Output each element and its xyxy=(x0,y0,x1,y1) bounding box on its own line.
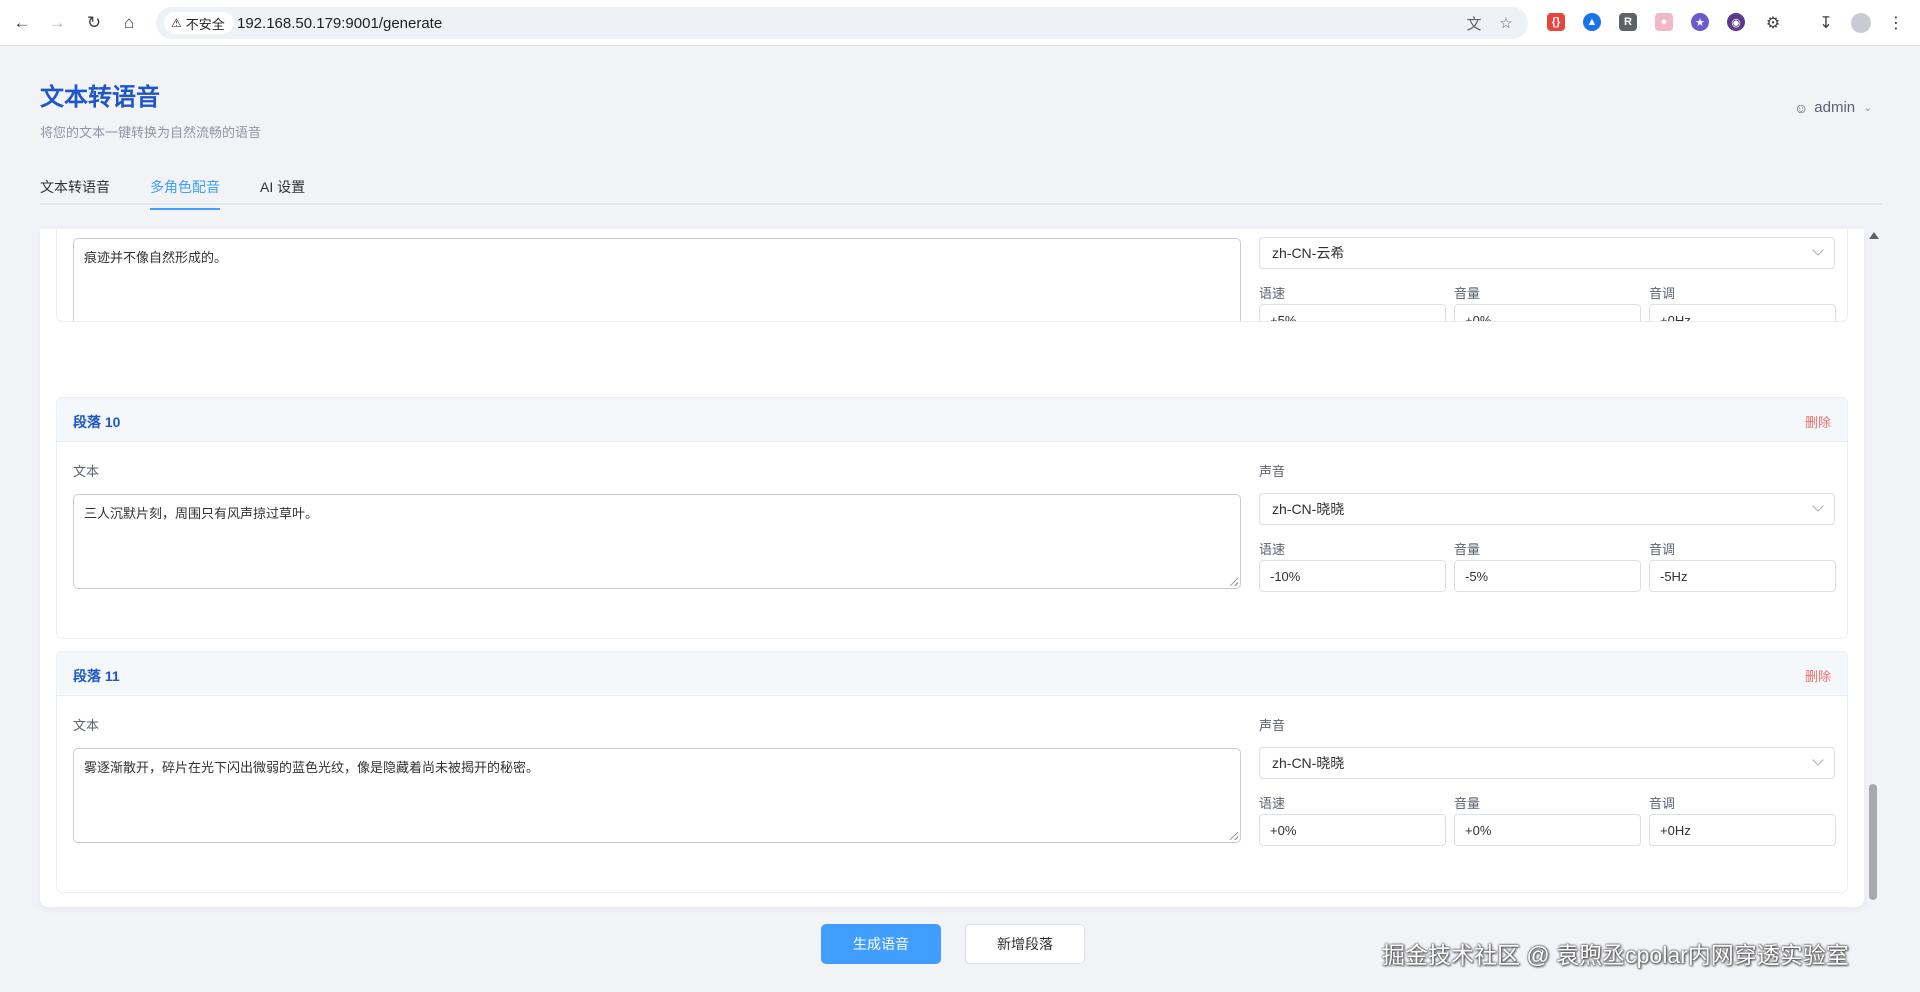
extension-icon-2[interactable]: ▲ xyxy=(1583,13,1601,31)
rate-input[interactable]: +5% xyxy=(1259,304,1446,321)
scroll-up-arrow-icon[interactable] xyxy=(1869,232,1879,239)
watermark: 掘金技术社区 @ 袁煦丞cpolar内网穿透实验室 xyxy=(1382,942,1849,968)
rate-label: 语速 xyxy=(1259,796,1286,811)
tab-ai-settings[interactable]: AI 设置 xyxy=(260,177,305,208)
generate-speech-button[interactable]: 生成语音 xyxy=(821,924,941,964)
paragraph-text-input[interactable]: 雾逐渐散开，碎片在光下闪出微弱的蓝色光纹，像是隐藏着尚未被揭开的秘密。 xyxy=(73,748,1241,843)
menu-dots-icon[interactable]: ⋮ xyxy=(1885,12,1907,34)
text-label: 文本 xyxy=(73,718,100,733)
paragraph-text-input[interactable]: 痕迹并不像自然形成的。 xyxy=(73,238,1241,321)
profile-avatar[interactable] xyxy=(1851,13,1871,33)
pitch-label: 音调 xyxy=(1649,796,1676,811)
extension-icon-4[interactable]: ● xyxy=(1655,13,1673,31)
home-icon[interactable]: ⌂ xyxy=(115,9,143,37)
pitch-label: 音调 xyxy=(1649,286,1676,301)
paragraph-title: 段落 11 xyxy=(73,668,120,684)
pitch-input[interactable]: +0Hz xyxy=(1649,814,1836,846)
voice-label: 声音 xyxy=(1259,718,1286,733)
tab-bar: 文本转语音 多角色配音 AI 设置 xyxy=(40,165,1882,210)
voice-select[interactable]: zh-CN-云希 xyxy=(1259,237,1835,269)
voice-select-value: zh-CN-晓晓 xyxy=(1272,501,1345,517)
address-bar[interactable]: ⚠ 不安全 192.168.50.179:9001/generate 文 ☆ xyxy=(156,7,1528,39)
url-text[interactable]: 192.168.50.179:9001/generate xyxy=(237,15,442,32)
extension-icon-6[interactable]: ◉ xyxy=(1727,13,1745,31)
paragraph-header: 段落 10 删除 xyxy=(57,398,1847,442)
volume-label: 音量 xyxy=(1454,542,1481,557)
bookmark-star-icon[interactable]: ☆ xyxy=(1496,13,1516,33)
add-paragraph-button[interactable]: 新增段落 xyxy=(965,924,1085,964)
paragraph-card: 痕迹并不像自然形成的。 zh-CN-云希 语速 音量 音调 +5% +0% +0… xyxy=(56,229,1848,322)
extension-icon-1[interactable]: {} xyxy=(1547,13,1565,31)
chevron-down-icon xyxy=(1812,500,1824,512)
tab-text-to-speech[interactable]: 文本转语音 xyxy=(40,177,110,208)
extensions-puzzle-icon[interactable]: ⚙ xyxy=(1762,12,1784,34)
security-label: 不安全 xyxy=(185,16,225,32)
page-subtitle: 将您的文本一键转换为自然流畅的语音 xyxy=(40,125,262,140)
volume-input[interactable]: +0% xyxy=(1454,814,1641,846)
rate-input[interactable]: +0% xyxy=(1259,814,1446,846)
chevron-down-icon: ⌄ xyxy=(1863,102,1873,114)
scrollbar-thumb[interactable] xyxy=(1869,784,1877,900)
voice-select[interactable]: zh-CN-晓晓 xyxy=(1259,747,1835,779)
pitch-input[interactable]: -5Hz xyxy=(1649,560,1836,592)
user-menu[interactable]: ☺ admin ⌄ xyxy=(1794,99,1872,116)
paragraph-card: 段落 10 删除 文本 声音 三人沉默片刻，周围只有风声掠过草叶。 zh-CN-… xyxy=(56,397,1848,639)
voice-select-value: zh-CN-晓晓 xyxy=(1272,755,1345,771)
volume-input[interactable]: +0% xyxy=(1454,304,1641,321)
tab-multi-role[interactable]: 多角色配音 xyxy=(150,177,220,210)
reload-icon[interactable]: ↻ xyxy=(80,9,108,37)
user-name: admin xyxy=(1814,99,1856,116)
panel-scrollbar[interactable] xyxy=(1864,229,1882,907)
paragraph-card: 段落 11 删除 文本 声音 雾逐渐散开，碎片在光下闪出微弱的蓝色光纹，像是隐藏… xyxy=(56,651,1848,893)
page-title: 文本转语音 xyxy=(40,84,160,111)
voice-select-value: zh-CN-云希 xyxy=(1272,245,1345,261)
warning-icon: ⚠ xyxy=(171,16,182,30)
paragraph-list-panel: 痕迹并不像自然形成的。 zh-CN-云希 语速 音量 音调 +5% +0% +0… xyxy=(40,229,1864,907)
text-label: 文本 xyxy=(73,464,100,479)
volume-input[interactable]: -5% xyxy=(1454,560,1641,592)
security-indicator[interactable]: ⚠ 不安全 xyxy=(164,12,234,34)
volume-label: 音量 xyxy=(1454,796,1481,811)
extension-icon-3[interactable]: R xyxy=(1619,13,1637,31)
volume-label: 音量 xyxy=(1454,286,1481,301)
voice-select[interactable]: zh-CN-晓晓 xyxy=(1259,493,1835,525)
pitch-input[interactable]: +0Hz xyxy=(1649,304,1836,321)
translate-icon[interactable]: 文 xyxy=(1464,13,1484,33)
rate-label: 语速 xyxy=(1259,542,1286,557)
browser-toolbar: ← → ↻ ⌂ ⚠ 不安全 192.168.50.179:9001/genera… xyxy=(0,0,1920,46)
delete-button[interactable]: 删除 xyxy=(1805,666,1831,685)
download-icon[interactable]: ↧ xyxy=(1815,12,1837,34)
voice-label: 声音 xyxy=(1259,464,1286,479)
pitch-label: 音调 xyxy=(1649,542,1676,557)
back-icon[interactable]: ← xyxy=(8,9,36,37)
chevron-down-icon xyxy=(1812,244,1824,256)
chevron-down-icon xyxy=(1812,754,1824,766)
paragraph-header: 段落 11 删除 xyxy=(57,652,1847,696)
paragraph-text-input[interactable]: 三人沉默片刻，周围只有风声掠过草叶。 xyxy=(73,494,1241,589)
rate-label: 语速 xyxy=(1259,286,1286,301)
extension-icon-5[interactable]: ★ xyxy=(1691,13,1709,31)
delete-button[interactable]: 删除 xyxy=(1805,412,1831,431)
user-icon: ☺ xyxy=(1794,99,1809,116)
paragraph-title: 段落 10 xyxy=(73,414,121,430)
rate-input[interactable]: -10% xyxy=(1259,560,1446,592)
forward-icon[interactable]: → xyxy=(43,9,71,37)
